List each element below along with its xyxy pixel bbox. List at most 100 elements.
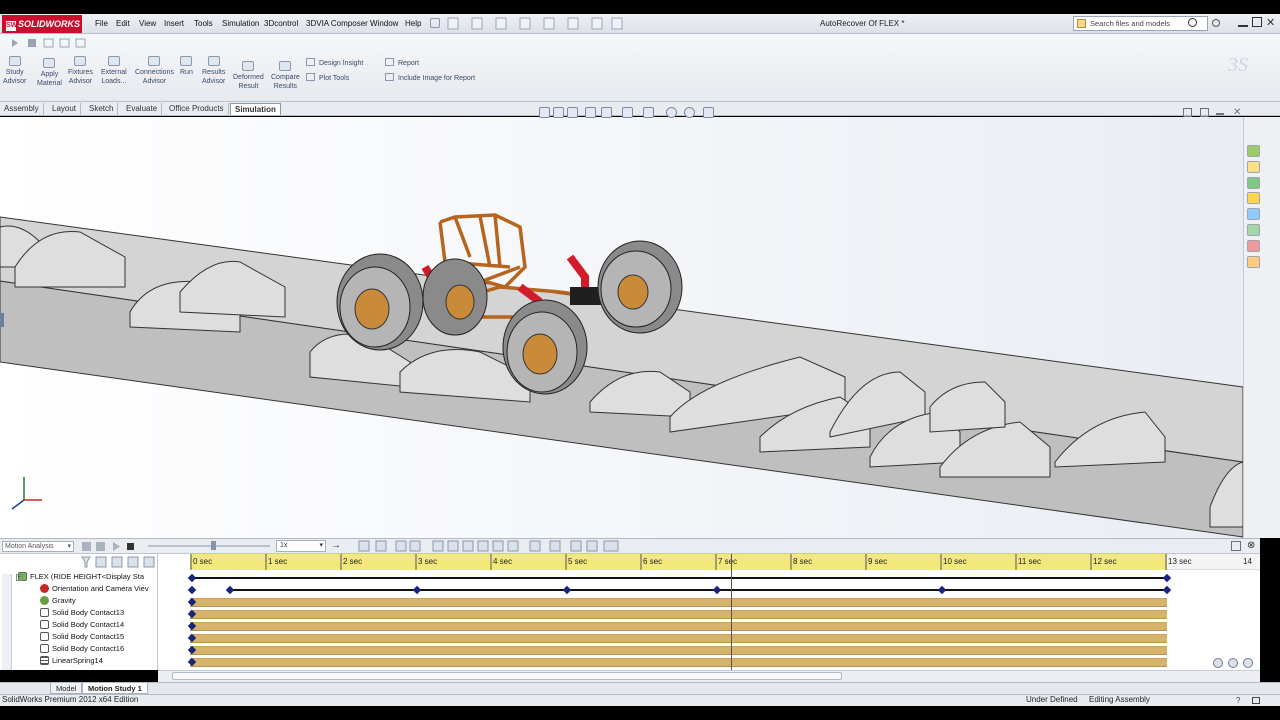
- menu-3dvia-composer[interactable]: 3DVIA Composer: [306, 19, 368, 28]
- timeline-bar-contact16[interactable]: [190, 646, 1167, 655]
- study-type-select[interactable]: Motion Analysis ▾: [2, 541, 74, 552]
- design-insight-icon: [306, 58, 315, 66]
- timeline-bar-gravity[interactable]: [190, 598, 1167, 607]
- tree-item-label: Solid Body Contact15: [52, 632, 125, 641]
- hide-show-icon[interactable]: [643, 107, 654, 118]
- scroll-thumb[interactable]: [172, 672, 842, 680]
- study-advisor-button[interactable]: Study Advisor: [3, 56, 26, 86]
- design-insight-button[interactable]: Design Insight: [306, 58, 363, 67]
- fixtures-advisor-button[interactable]: Fixtures Advisor: [68, 56, 93, 86]
- minimize-icon[interactable]: [1238, 17, 1248, 27]
- menu-insert[interactable]: Insert: [164, 19, 184, 28]
- force-icon: [477, 540, 489, 552]
- tab-layout[interactable]: Layout: [48, 103, 82, 115]
- pin-icon[interactable]: [430, 18, 440, 28]
- slider-thumb-icon[interactable]: [211, 541, 216, 550]
- view-orientation-icon[interactable]: [601, 107, 612, 118]
- menu-window[interactable]: Window: [370, 19, 398, 28]
- collapse-icon[interactable]: −: [16, 574, 23, 581]
- folder-icon[interactable]: [1247, 192, 1260, 204]
- help-icon[interactable]: ?: [1236, 696, 1240, 705]
- view-minimize-icon[interactable]: [1216, 113, 1224, 115]
- dock-icon[interactable]: [1231, 541, 1241, 551]
- menu-help[interactable]: Help: [405, 19, 421, 28]
- time-bar[interactable]: [731, 554, 732, 670]
- tree-item-flex[interactable]: FLEX (RIDE HEIGHT<Display Sta: [18, 572, 176, 584]
- apply-material-label: Apply Material: [37, 71, 62, 87]
- tab-office-products[interactable]: Office Products: [165, 103, 229, 115]
- run-button[interactable]: Run: [180, 56, 193, 77]
- apply-material-button[interactable]: Apply Material: [37, 58, 62, 88]
- playback-mode-icon[interactable]: →: [331, 540, 341, 551]
- menu-3dcontrol[interactable]: 3Dcontrol: [264, 19, 298, 28]
- playback-speed-select[interactable]: 1x ▾: [276, 540, 326, 552]
- close-icon[interactable]: ✕: [1266, 16, 1275, 29]
- help-icon[interactable]: [1212, 19, 1220, 27]
- include-image-icon: [385, 73, 394, 81]
- appearance-icon[interactable]: [666, 107, 677, 118]
- run-label: Run: [180, 69, 193, 76]
- tab-sketch[interactable]: Sketch: [85, 103, 119, 115]
- timeline-bar-contact15[interactable]: [190, 634, 1167, 643]
- tab-assembly[interactable]: Assembly: [0, 103, 44, 115]
- solidworks-logo[interactable]: SWSOLIDWORKS: [2, 15, 82, 33]
- view-tile-icon[interactable]: [1200, 108, 1209, 117]
- filter-animated-icon: [81, 556, 91, 568]
- display-style-icon[interactable]: [622, 107, 633, 118]
- tab-model[interactable]: Model: [50, 683, 83, 694]
- report-button[interactable]: Report: [385, 58, 419, 67]
- restore-icon[interactable]: [1252, 17, 1262, 27]
- spring-icon: [40, 656, 49, 665]
- view-close-icon[interactable]: ✕: [1233, 107, 1241, 118]
- contact-icon: [40, 644, 49, 653]
- custom-properties-icon[interactable]: [1247, 240, 1260, 252]
- graphics-area[interactable]: [0, 117, 1243, 538]
- search-icon[interactable]: [1188, 18, 1197, 27]
- view-palette-icon[interactable]: [1247, 208, 1260, 220]
- compare-results-button[interactable]: Compare Results: [271, 61, 300, 91]
- menu-simulation[interactable]: Simulation: [222, 19, 259, 28]
- scene-icon[interactable]: [684, 107, 695, 118]
- tree-scrollbar[interactable]: [2, 574, 12, 670]
- deformed-result-button[interactable]: Deformed Result: [233, 61, 264, 91]
- external-loads-button[interactable]: External Loads...: [101, 56, 127, 86]
- search-input[interactable]: Search files and models: [1073, 16, 1208, 31]
- menu-view[interactable]: View: [139, 19, 156, 28]
- play-icon: [113, 542, 120, 551]
- status-options-icon[interactable]: [1252, 697, 1260, 704]
- tab-motion-study-1[interactable]: Motion Study 1: [82, 683, 148, 694]
- menu-file[interactable]: File: [95, 19, 108, 28]
- plot-tools-button[interactable]: Plot Tools: [306, 73, 349, 82]
- forum-icon[interactable]: [1247, 256, 1260, 268]
- resources-icon[interactable]: [1247, 145, 1260, 157]
- ds-watermark-icon: 3S: [1228, 54, 1248, 76]
- fixtures-advisor-label: Fixtures Advisor: [68, 69, 93, 85]
- model-scene[interactable]: [0, 117, 1243, 538]
- tree-item-label: Solid Body Contact13: [52, 608, 125, 617]
- connections-advisor-button[interactable]: Connections Advisor: [135, 56, 174, 86]
- close-motion-icon[interactable]: ⊗: [1247, 540, 1255, 551]
- play-controls: [8, 37, 88, 49]
- timeline-bar-contact14[interactable]: [190, 622, 1167, 631]
- menu-edit[interactable]: Edit: [116, 19, 130, 28]
- tab-simulation[interactable]: Simulation: [230, 103, 281, 115]
- section-view-icon[interactable]: [585, 107, 596, 118]
- tab-evaluate[interactable]: Evaluate: [122, 103, 163, 115]
- design-library-icon[interactable]: [1247, 161, 1260, 173]
- appearances-icon[interactable]: [1247, 224, 1260, 236]
- playback-slider[interactable]: [148, 545, 270, 547]
- menu-tools[interactable]: Tools: [194, 19, 213, 28]
- compare-results-label: Compare Results: [271, 74, 300, 90]
- camera-key-line: [229, 589, 1167, 591]
- zoom-to-fit-icon[interactable]: [539, 107, 550, 118]
- include-image-button[interactable]: Include Image for Report: [385, 73, 475, 82]
- view-settings-icon[interactable]: [703, 107, 714, 118]
- file-explorer-icon[interactable]: [1247, 177, 1260, 189]
- calculate-icon: [82, 542, 91, 551]
- timeline-bar-spring[interactable]: [190, 658, 1167, 667]
- zoom-to-area-icon[interactable]: [553, 107, 564, 118]
- results-advisor-button[interactable]: Results Advisor: [202, 56, 225, 86]
- timeline-bar-contact13[interactable]: [190, 610, 1167, 619]
- previous-view-icon[interactable]: [567, 107, 578, 118]
- view-split-icon[interactable]: [1183, 108, 1192, 117]
